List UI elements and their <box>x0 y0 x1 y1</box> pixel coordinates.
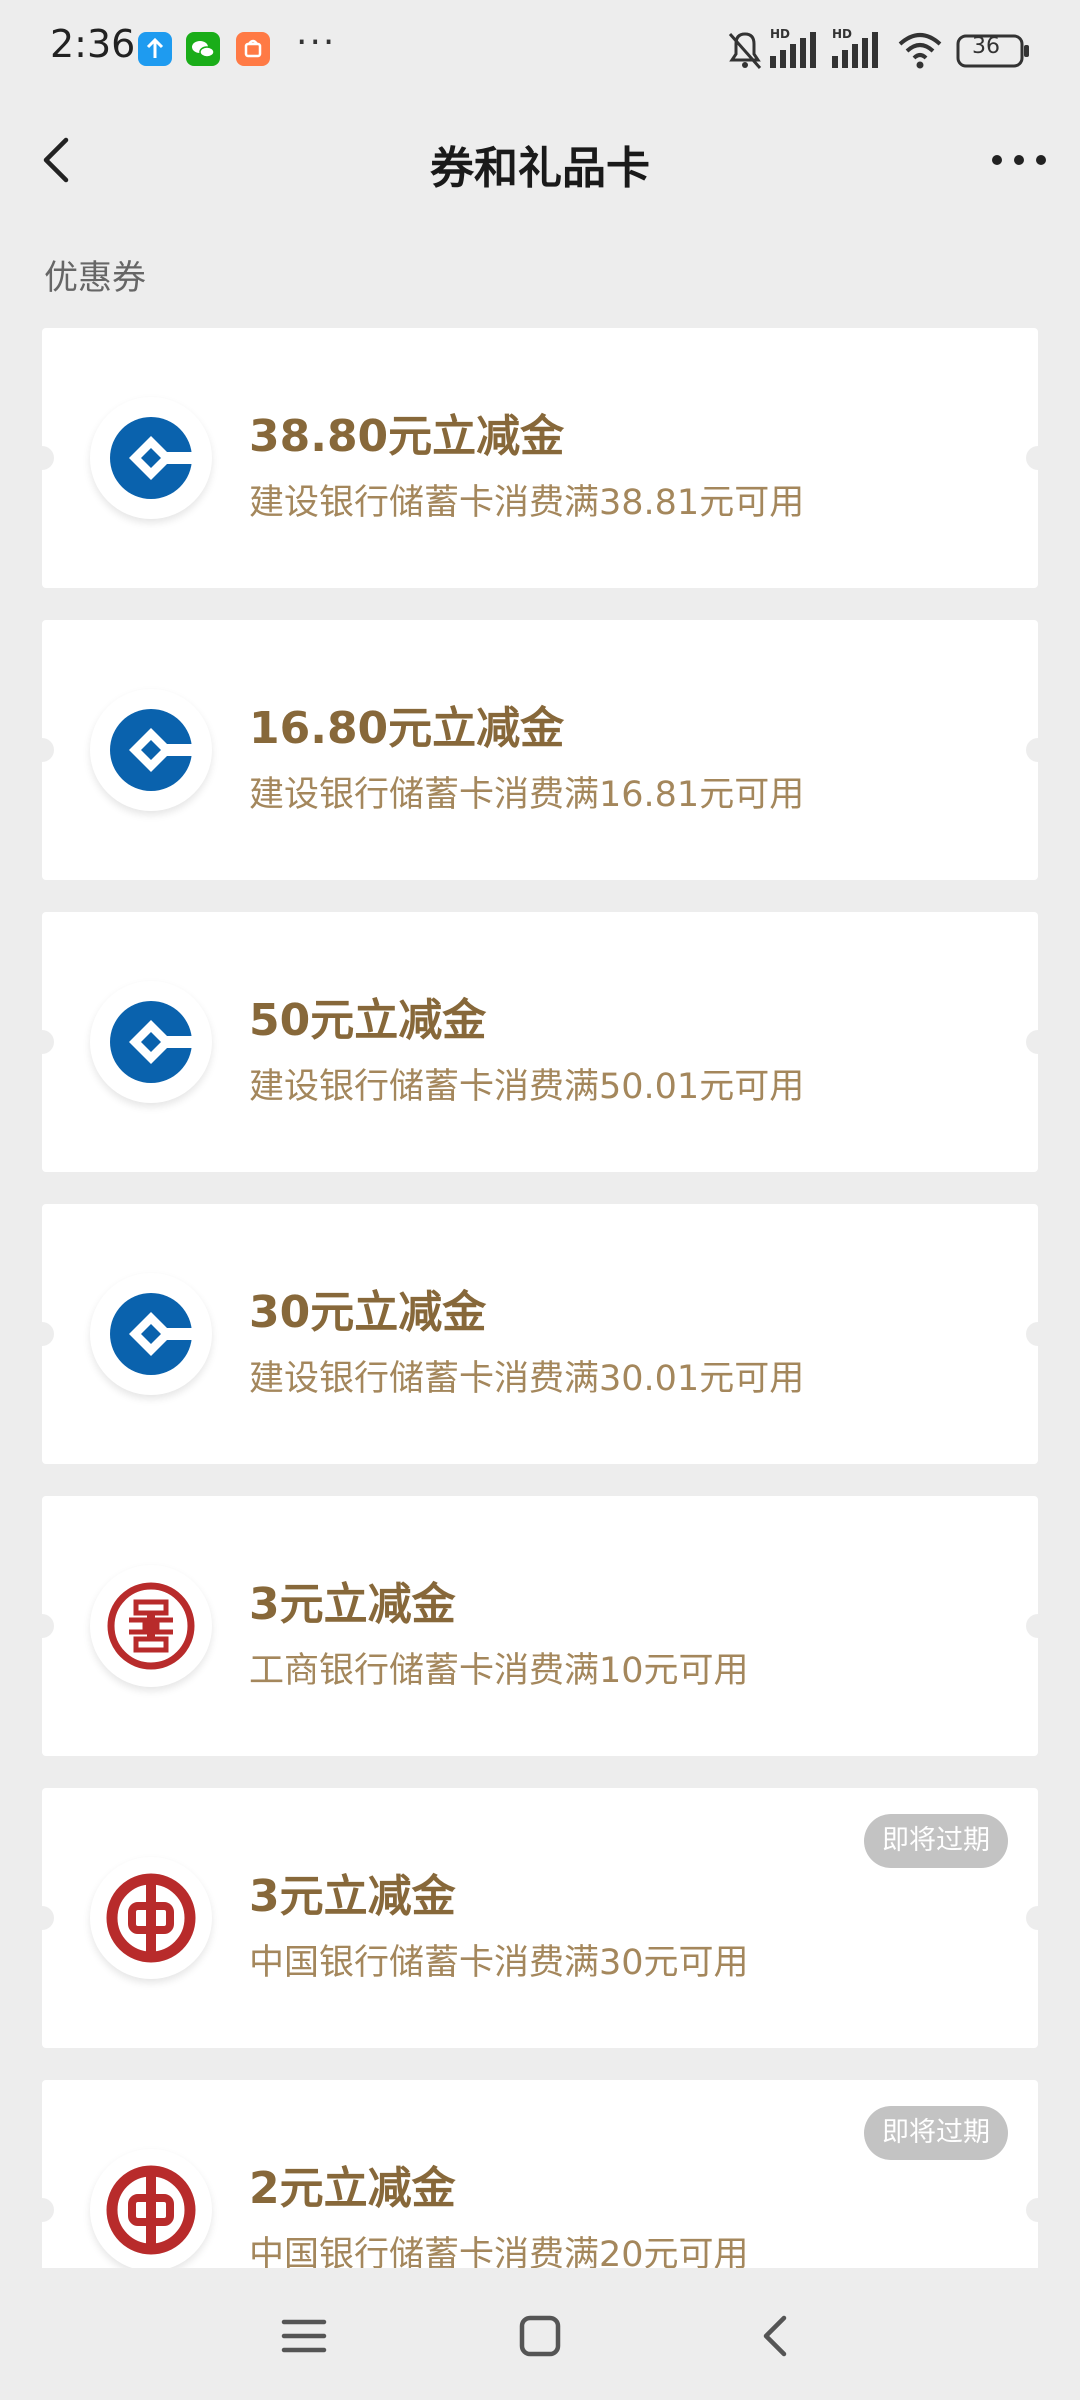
coupon-card[interactable]: 3元立减金 工商银行储蓄卡消费满10元可用 <box>30 1496 1050 1756</box>
status-bar: 2:36 ··· HD HD 36 <box>0 0 1080 100</box>
ticket-notch <box>1026 2198 1050 2222</box>
ccb-logo-icon <box>90 689 212 811</box>
store-app-icon <box>236 32 270 66</box>
ticket-notch <box>1026 446 1050 470</box>
coupon-title: 3元立减金 <box>249 1579 456 1630</box>
ticket-notch <box>30 446 54 470</box>
page-title: 券和礼品卡 <box>430 143 650 194</box>
upload-app-icon <box>138 32 172 66</box>
battery-level: 36 <box>972 34 1000 59</box>
wechat-icon <box>186 32 220 66</box>
wifi-icon <box>898 33 942 69</box>
back-arrow-icon <box>763 2315 787 2357</box>
ccb-logo-icon <box>90 397 212 519</box>
ticket-notch <box>30 1614 54 1638</box>
coupon-title: 50元立减金 <box>249 995 487 1046</box>
system-back-button[interactable] <box>746 2306 806 2366</box>
ticket-notch <box>1026 1030 1050 1054</box>
expiring-badge: 即将过期 <box>864 1814 1008 1868</box>
ticket-notch <box>30 2198 54 2222</box>
icbc-logo-icon <box>90 1565 212 1687</box>
ticket-notch <box>1026 1614 1050 1638</box>
signal-1-icon: HD <box>770 27 816 68</box>
home-square-icon <box>519 2315 561 2357</box>
ticket-notch <box>1026 738 1050 762</box>
svg-text:HD: HD <box>770 27 790 41</box>
ccb-logo-icon <box>90 1273 212 1395</box>
more-notifications-icon: ··· <box>296 22 337 63</box>
coupon-condition: 建设银行储蓄卡消费满50.01元可用 <box>249 1067 805 1107</box>
mute-bell-icon <box>728 32 762 69</box>
coupon-condition: 建设银行储蓄卡消费满38.81元可用 <box>249 483 805 523</box>
ticket-notch <box>30 738 54 762</box>
menu-icon <box>281 2319 327 2353</box>
more-button[interactable] <box>984 130 1054 190</box>
ticket-notch <box>30 1906 54 1930</box>
expiring-badge: 即将过期 <box>864 2106 1008 2160</box>
coupon-title: 30元立减金 <box>249 1287 487 1338</box>
coupon-title: 2元立减金 <box>249 2163 456 2214</box>
nav-bar: 券和礼品卡 <box>0 110 1080 210</box>
ccb-logo-icon <box>90 981 212 1103</box>
coupon-title: 3元立减金 <box>249 1871 456 1922</box>
section-label: 优惠券 <box>44 258 146 298</box>
boc-logo-icon <box>90 2149 212 2268</box>
coupon-condition: 中国银行储蓄卡消费满20元可用 <box>249 2235 749 2268</box>
coupon-title: 16.80元立减金 <box>249 703 565 754</box>
coupon-condition: 工商银行储蓄卡消费满10元可用 <box>249 1651 749 1691</box>
ticket-notch <box>1026 1322 1050 1346</box>
ticket-notch <box>30 1322 54 1346</box>
coupon-card[interactable]: 即将过期 2元立减金 中国银行储蓄卡消费满20元可用 <box>30 2080 1050 2268</box>
signal-2-icon: HD <box>832 27 878 68</box>
ticket-notch <box>1026 1906 1050 1930</box>
boc-logo-icon <box>90 1857 212 1979</box>
coupon-card[interactable]: 50元立减金 建设银行储蓄卡消费满50.01元可用 <box>30 912 1050 1172</box>
coupon-list[interactable]: 38.80元立减金 建设银行储蓄卡消费满38.81元可用 16.80元立减金 建… <box>0 328 1080 2268</box>
coupon-condition: 建设银行储蓄卡消费满30.01元可用 <box>249 1359 805 1399</box>
coupon-card[interactable]: 38.80元立减金 建设银行储蓄卡消费满38.81元可用 <box>30 328 1050 588</box>
menu-button[interactable] <box>274 2306 334 2366</box>
coupon-card[interactable]: 30元立减金 建设银行储蓄卡消费满30.01元可用 <box>30 1204 1050 1464</box>
home-button[interactable] <box>510 2306 570 2366</box>
coupon-condition: 中国银行储蓄卡消费满30元可用 <box>249 1943 749 1983</box>
system-nav-bar <box>0 2270 1080 2400</box>
coupon-condition: 建设银行储蓄卡消费满16.81元可用 <box>249 775 805 815</box>
svg-text:HD: HD <box>832 27 852 41</box>
more-dots-icon <box>992 155 1046 165</box>
coupon-card[interactable]: 16.80元立减金 建设银行储蓄卡消费满16.81元可用 <box>30 620 1050 880</box>
ticket-notch <box>30 1030 54 1054</box>
coupon-title: 38.80元立减金 <box>249 411 565 462</box>
status-time: 2:36 <box>50 22 136 66</box>
coupon-card[interactable]: 即将过期 3元立减金 中国银行储蓄卡消费满30元可用 <box>30 1788 1050 2048</box>
